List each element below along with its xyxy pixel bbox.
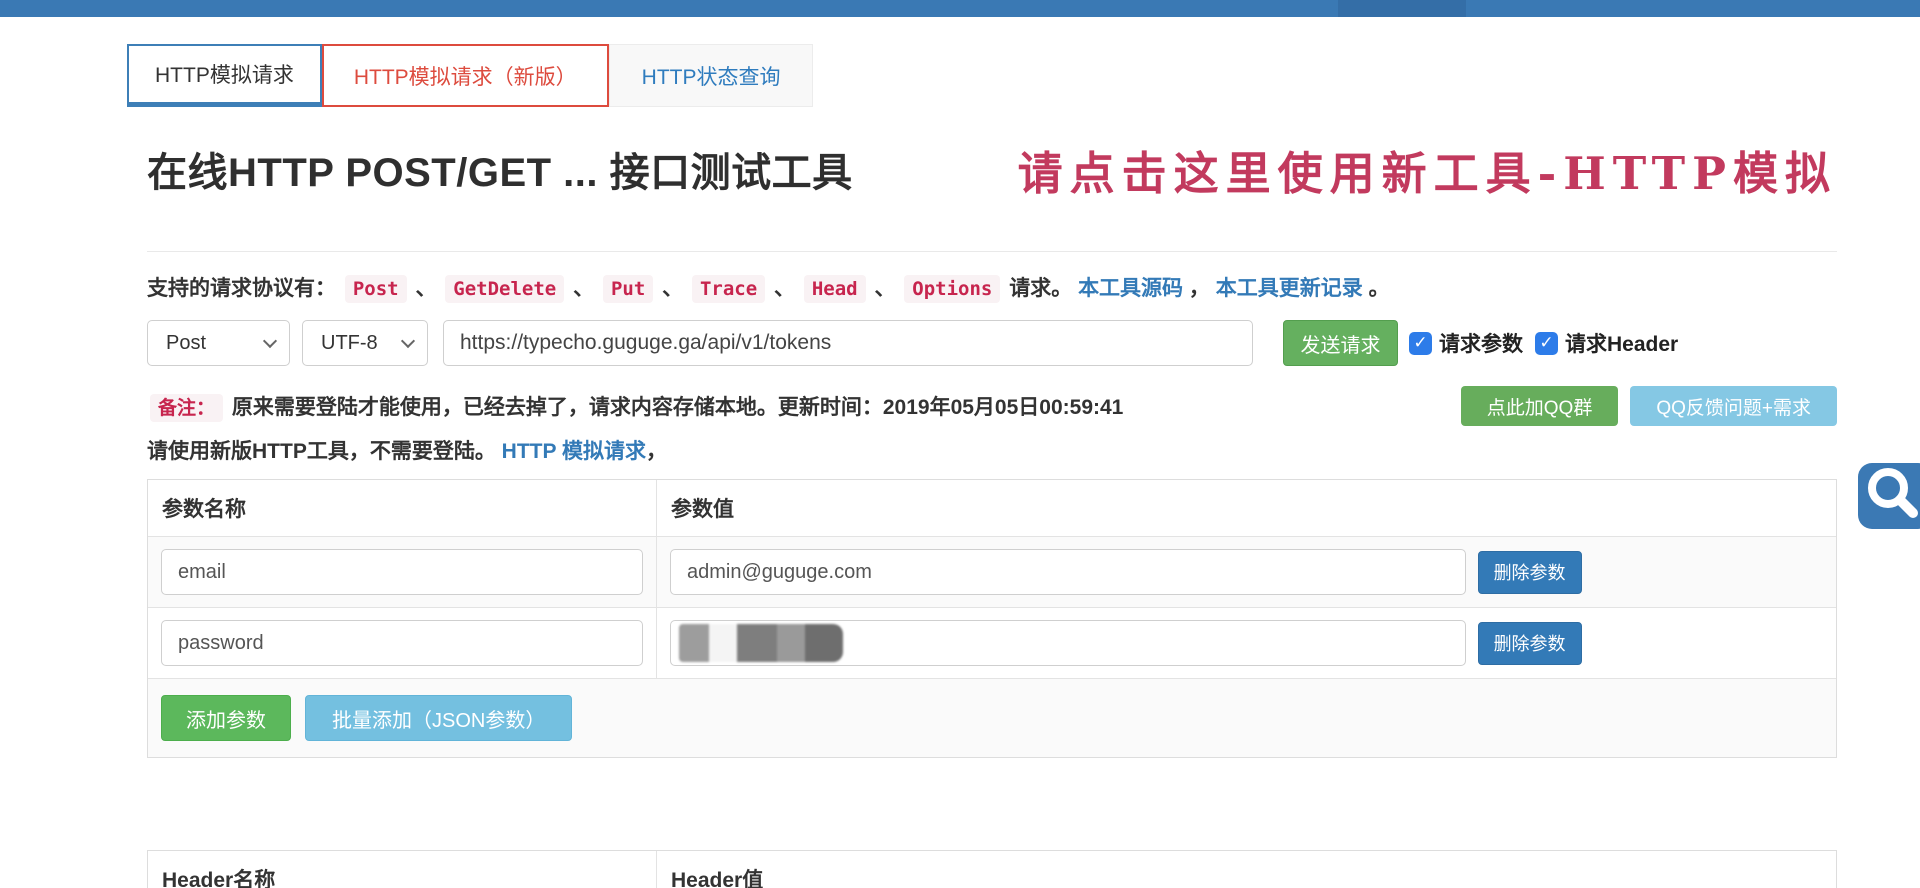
method-post: Post — [344, 275, 407, 303]
request-header-checkbox[interactable]: ✓ — [1535, 331, 1558, 355]
pixelated-password-mask — [679, 623, 843, 663]
method-select-value: Post — [166, 331, 207, 354]
source-code-link[interactable]: 本工具源码 — [1078, 277, 1183, 300]
delete-param-button[interactable]: 删除参数 — [1477, 621, 1582, 665]
separator: 、 — [662, 277, 684, 300]
separator: 、 — [874, 277, 896, 300]
method-trace: Trace — [691, 275, 766, 303]
header-name-header: Header名称 — [162, 869, 276, 888]
tab-http-status[interactable]: HTTP状态查询 — [608, 44, 814, 107]
param-name-header: 参数名称 — [162, 498, 246, 521]
note-badge: 备注： — [150, 394, 224, 422]
top-navbar — [0, 0, 1920, 17]
tab-http-sim-new-label: HTTP模拟请求（新版） — [353, 65, 577, 89]
request-bar: Post UTF-8 发送请求 ✓ 请求参数 ✓ 请求Header — [147, 320, 1837, 366]
new-version-hint: 请使用新版HTTP工具，不需要登陆。 HTTP 模拟请求， — [147, 435, 1837, 465]
new-tool-promo-link[interactable]: 请点击这里使用新工具-HTTP模拟 — [1018, 137, 1837, 202]
protocol-prefix: 支持的请求协议有： — [147, 277, 336, 300]
params-table: 参数名称 参数值 删除参数 — [147, 479, 1837, 758]
join-qq-group-button[interactable]: 点此加QQ群 — [1460, 386, 1619, 426]
tab-http-status-label: HTTP状态查询 — [641, 65, 781, 89]
headers-table: Header名称 Header值 — [147, 850, 1837, 888]
qq-feedback-button[interactable]: QQ反馈问题+需求 — [1630, 386, 1837, 426]
charset-select-value: UTF-8 — [321, 331, 378, 354]
separator: 、 — [573, 277, 595, 300]
method-getdelete: GetDelete — [445, 275, 565, 303]
changelog-link[interactable]: 本工具更新记录 — [1216, 277, 1363, 300]
note-text: 原来需要登陆才能使用，已经去掉了，请求内容存储本地。更新时间：2019年05月0… — [231, 396, 1124, 419]
protocol-line: 支持的请求协议有： Post 、 GetDelete 、 Put 、 Trace… — [147, 272, 1837, 303]
param-value-input-masked[interactable] — [670, 620, 1466, 666]
params-table-header-row: 参数名称 参数值 — [148, 480, 1836, 536]
charset-select[interactable]: UTF-8 — [302, 320, 428, 366]
request-params-checkbox[interactable]: ✓ — [1409, 331, 1432, 355]
headers-table-header-row: Header名称 Header值 — [148, 851, 1836, 888]
chevron-down-icon — [400, 333, 416, 348]
param-name-input[interactable] — [161, 620, 643, 666]
table-row: 删除参数 — [148, 607, 1836, 678]
param-value-header: 参数值 — [656, 480, 1836, 536]
tab-http-sim-new[interactable]: HTTP模拟请求（新版） — [321, 44, 609, 107]
tab-http-sim-label: HTTP模拟请求 — [155, 64, 294, 87]
page-title: 在线HTTP POST/GET ... 接口测试工具 — [147, 151, 853, 195]
new-version-hint-text: 请使用新版HTTP工具，不需要登陆。 — [147, 440, 496, 463]
request-params-checkbox-group: ✓ 请求参数 ✓ 请求Header — [1409, 328, 1690, 358]
tab-http-sim[interactable]: HTTP模拟请求 — [127, 44, 322, 107]
separator: 、 — [774, 277, 795, 300]
title-row: 在线HTTP POST/GET ... 接口测试工具 请点击这里使用新工具-HT… — [147, 129, 1837, 209]
period: 。 — [1368, 277, 1390, 300]
separator: 、 — [415, 277, 437, 300]
http-sim-link[interactable]: HTTP 模拟请求 — [502, 440, 646, 463]
title-divider — [147, 251, 1837, 252]
table-actions-row: 添加参数 批量添加（JSON参数） — [148, 678, 1836, 757]
request-header-checkbox-label: 请求Header — [1565, 333, 1679, 356]
param-value-input[interactable] — [670, 549, 1466, 595]
param-name-input[interactable] — [161, 549, 643, 595]
note-text-line: 备注： 原来需要登陆才能使用，已经去掉了，请求内容存储本地。更新时间：2019年… — [147, 391, 1124, 422]
table-row: 删除参数 — [148, 536, 1836, 607]
hint-tail: ， — [645, 440, 667, 463]
magnifier-icon — [1868, 468, 1918, 518]
method-head: Head — [803, 275, 866, 303]
send-request-button[interactable]: 发送请求 — [1283, 320, 1398, 366]
search-float-button[interactable] — [1858, 463, 1920, 529]
delete-param-button[interactable]: 删除参数 — [1477, 550, 1582, 594]
url-input[interactable] — [443, 320, 1253, 366]
chevron-down-icon — [262, 333, 278, 348]
method-select[interactable]: Post — [147, 320, 290, 366]
note-row: 备注： 原来需要登陆才能使用，已经去掉了，请求内容存储本地。更新时间：2019年… — [147, 386, 1837, 426]
request-params-checkbox-label: 请求参数 — [1439, 333, 1523, 356]
header-value-header: Header值 — [656, 851, 1836, 888]
method-options: Options — [904, 275, 1001, 303]
navbar-dark-segment — [1338, 0, 1466, 17]
bulk-add-json-button[interactable]: 批量添加（JSON参数） — [305, 695, 573, 741]
tab-bar: HTTP模拟请求 HTTP模拟请求（新版） HTTP状态查询 — [127, 44, 1920, 107]
qq-buttons: 点此加QQ群 QQ反馈问题+需求 — [1460, 386, 1837, 426]
protocol-suffix: 请求。 — [1009, 277, 1073, 300]
method-put: Put — [602, 275, 654, 303]
comma: ， — [1188, 277, 1210, 300]
add-param-button[interactable]: 添加参数 — [161, 695, 291, 741]
